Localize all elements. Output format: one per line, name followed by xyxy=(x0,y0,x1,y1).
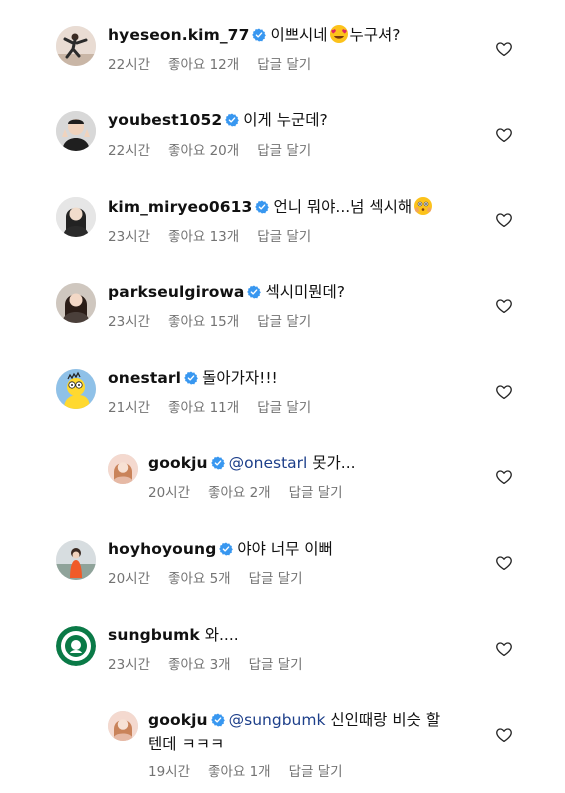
mention-link[interactable]: @onestarl xyxy=(229,454,308,472)
flushed-face-emoji xyxy=(413,196,433,216)
heart-eyes-emoji xyxy=(329,24,349,44)
heart-outline-icon[interactable] xyxy=(495,126,513,144)
verified-badge-icon xyxy=(219,542,233,556)
comment-text-continued: 텐데 ㅋㅋㅋ xyxy=(148,735,225,753)
username[interactable]: onestarl xyxy=(108,369,181,387)
comment-meta: 23시간 좋아요 13개 답글 달기 xyxy=(108,228,329,246)
comment-line: parkseulgirowa 섹시미뭔데? xyxy=(108,282,345,302)
timestamp: 23시간 xyxy=(108,314,151,330)
reply-button[interactable]: 답글 달기 xyxy=(257,142,311,160)
comment-meta: 19시간 좋아요 1개 답글 달기 xyxy=(148,763,361,781)
reply-button[interactable]: 답글 달기 xyxy=(257,56,311,74)
comment-line: sungbumk 와.... xyxy=(108,625,239,645)
username[interactable]: sungbumk xyxy=(108,626,200,644)
verified-badge-icon xyxy=(211,456,225,470)
heart-outline-icon[interactable] xyxy=(495,640,513,658)
timestamp: 23시간 xyxy=(108,229,151,245)
comment-text: 야야 너무 이뻐 xyxy=(237,540,333,558)
avatar[interactable] xyxy=(108,454,138,484)
comment-line: gookju @sungbumk 신인때랑 비슷 할 xyxy=(148,710,440,730)
reply-button[interactable]: 답글 달기 xyxy=(249,570,303,588)
username[interactable]: parkseulgirowa xyxy=(108,283,244,301)
avatar[interactable] xyxy=(56,26,96,66)
timestamp: 22시간 xyxy=(108,57,151,73)
username[interactable]: hoyhoyoung xyxy=(108,540,216,558)
like-count[interactable]: 좋아요 20개 xyxy=(168,142,239,160)
reply-button[interactable]: 답글 달기 xyxy=(257,313,311,331)
avatar[interactable] xyxy=(56,369,96,409)
comment-text: 돌아가자!!! xyxy=(202,369,278,387)
timestamp: 22시간 xyxy=(108,143,151,159)
comment-line: youbest1052 이게 누군데? xyxy=(108,110,328,130)
heart-outline-icon[interactable] xyxy=(495,383,513,401)
verified-badge-icon xyxy=(184,371,198,385)
username[interactable]: kim_miryeo0613 xyxy=(108,198,252,216)
like-count[interactable]: 좋아요 3개 xyxy=(168,656,231,674)
heart-outline-icon[interactable] xyxy=(495,554,513,572)
verified-badge-icon xyxy=(247,285,261,299)
comment-meta: 22시간 좋아요 12개 답글 달기 xyxy=(108,56,329,74)
like-count[interactable]: 좋아요 11개 xyxy=(168,399,239,417)
mention-link[interactable]: @sungbumk xyxy=(229,711,326,729)
comment-text: 언니 뭐야...넘 섹시해 xyxy=(273,198,413,216)
avatar[interactable] xyxy=(56,283,96,323)
username[interactable]: hyeseon.kim_77 xyxy=(108,26,249,44)
heart-outline-icon[interactable] xyxy=(495,468,513,486)
heart-outline-icon[interactable] xyxy=(495,726,513,744)
reply-button[interactable]: 답글 달기 xyxy=(289,484,343,502)
avatar[interactable] xyxy=(56,197,96,237)
comment-meta: 22시간 좋아요 20개 답글 달기 xyxy=(108,142,329,160)
heart-outline-icon[interactable] xyxy=(495,40,513,58)
like-count[interactable]: 좋아요 2개 xyxy=(208,484,271,502)
comment-text: 못가... xyxy=(312,454,356,472)
comment-line: hoyhoyoung 야야 너무 이뻐 xyxy=(108,539,333,559)
username[interactable]: gookju xyxy=(148,711,208,729)
avatar[interactable] xyxy=(56,626,96,666)
verified-badge-icon xyxy=(255,200,269,214)
like-count[interactable]: 좋아요 5개 xyxy=(168,570,231,588)
verified-badge-icon xyxy=(225,113,239,127)
reply-button[interactable]: 답글 달기 xyxy=(289,763,343,781)
comment-meta: 23시간 좋아요 3개 답글 달기 xyxy=(108,656,321,674)
reply-button[interactable]: 답글 달기 xyxy=(257,228,311,246)
comment-meta: 20시간 좋아요 5개 답글 달기 xyxy=(108,570,321,588)
comment-text: 와.... xyxy=(204,626,239,644)
avatar[interactable] xyxy=(56,111,96,151)
avatar[interactable] xyxy=(56,540,96,580)
comment-meta: 20시간 좋아요 2개 답글 달기 xyxy=(148,484,361,502)
username[interactable]: gookju xyxy=(148,454,208,472)
verified-badge-icon xyxy=(252,28,266,42)
like-count[interactable]: 좋아요 12개 xyxy=(168,56,239,74)
comment-meta: 21시간 좋아요 11개 답글 달기 xyxy=(108,399,329,417)
comment-text: 이게 누군데? xyxy=(243,111,328,129)
comment-line: gookju @onestarl 못가... xyxy=(148,453,356,473)
reply-button[interactable]: 답글 달기 xyxy=(249,656,303,674)
like-count[interactable]: 좋아요 15개 xyxy=(168,313,239,331)
timestamp: 20시간 xyxy=(108,571,151,587)
comment-text: 누구셔? xyxy=(349,26,401,44)
comment-text: 신인때랑 비슷 할 xyxy=(330,711,441,729)
comment-line: onestarl 돌아가자!!! xyxy=(108,368,278,388)
comment-meta: 23시간 좋아요 15개 답글 달기 xyxy=(108,313,329,331)
avatar[interactable] xyxy=(108,711,138,741)
comment-line: kim_miryeo0613 언니 뭐야...넘 섹시해 xyxy=(108,196,434,217)
like-count[interactable]: 좋아요 13개 xyxy=(168,228,239,246)
timestamp: 21시간 xyxy=(108,400,151,416)
timestamp: 19시간 xyxy=(148,764,191,780)
timestamp: 20시간 xyxy=(148,485,191,501)
reply-button[interactable]: 답글 달기 xyxy=(257,399,311,417)
like-count[interactable]: 좋아요 1개 xyxy=(208,763,271,781)
verified-badge-icon xyxy=(211,713,225,727)
comment-text: 섹시미뭔데? xyxy=(265,283,346,301)
heart-outline-icon[interactable] xyxy=(495,297,513,315)
comment-text: 이쁘시네 xyxy=(270,26,328,44)
username[interactable]: youbest1052 xyxy=(108,111,222,129)
timestamp: 23시간 xyxy=(108,657,151,673)
comment-line: hyeseon.kim_77 이쁘시네 누구셔? xyxy=(108,24,401,45)
heart-outline-icon[interactable] xyxy=(495,211,513,229)
